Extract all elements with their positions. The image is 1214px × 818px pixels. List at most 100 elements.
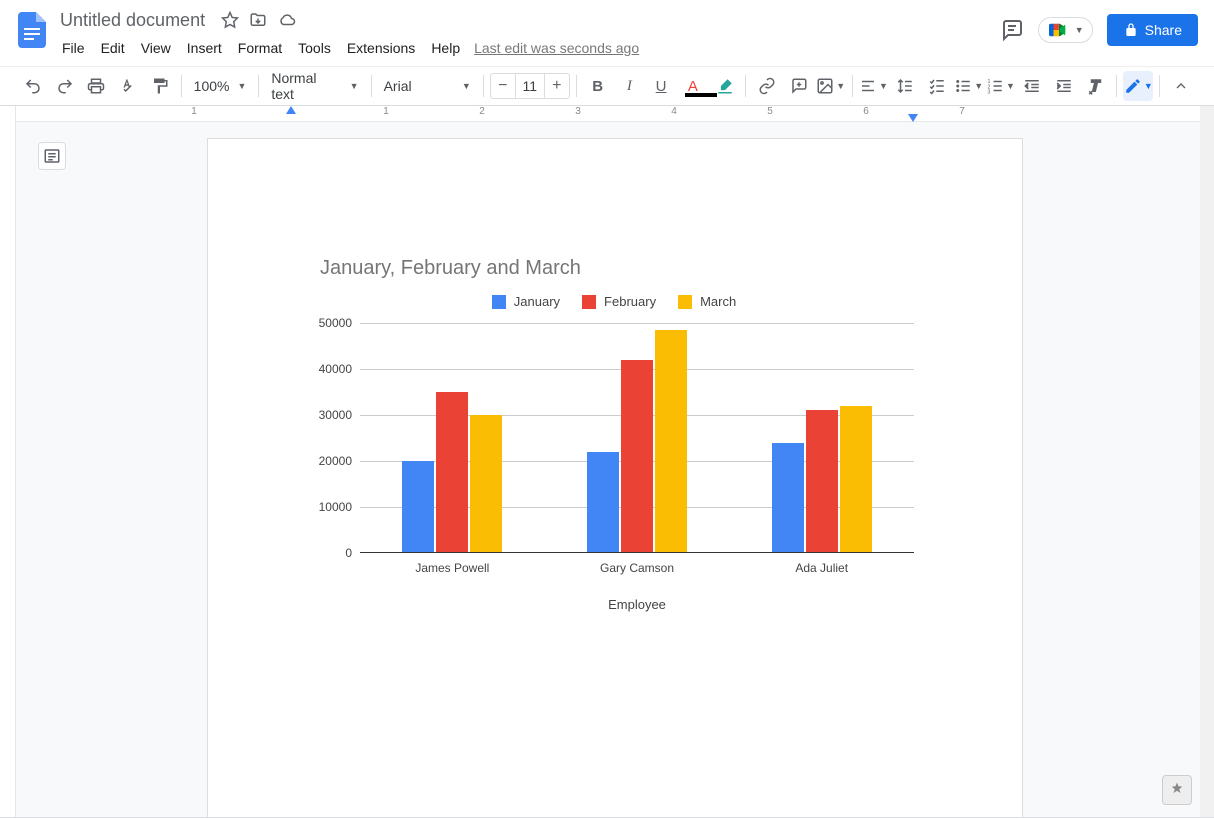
insert-image-button[interactable]: ▼ [816,71,846,101]
chart-plot-area: 01000020000300004000050000 [360,323,914,553]
legend-item: January [492,294,560,309]
lock-icon [1123,22,1139,38]
bar [436,392,468,553]
menu-file[interactable]: File [54,36,93,60]
ruler-tick: 3 [575,106,581,122]
collapse-toolbar-button[interactable] [1166,71,1196,101]
meet-button[interactable]: ▼ [1038,17,1093,43]
caret-down-icon: ▼ [1144,81,1153,91]
legend-label: January [514,294,560,309]
y-tick-label: 40000 [319,362,352,376]
menu-tools[interactable]: Tools [290,36,339,60]
menu-edit[interactable]: Edit [93,36,133,60]
star-icon[interactable] [221,11,239,29]
share-button[interactable]: Share [1107,14,1198,46]
caret-down-icon: ▼ [974,81,983,91]
indent-decrease-button[interactable] [1017,71,1047,101]
bold-button[interactable]: B [583,71,613,101]
ruler-tick: 5 [767,106,773,122]
menu-format[interactable]: Format [230,36,290,60]
caret-down-icon: ▼ [836,81,845,91]
legend-swatch [492,295,506,309]
move-icon[interactable] [249,11,267,29]
caret-down-icon: ▼ [237,81,246,91]
italic-button[interactable]: I [615,71,645,101]
ruler-tick: 7 [959,106,965,122]
menu-bar: File Edit View Insert Format Tools Exten… [54,34,639,62]
cloud-status-icon[interactable] [277,11,297,29]
bar [840,406,872,553]
bar [655,330,687,553]
x-tick-label: Gary Camson [545,553,730,575]
legend-swatch [582,295,596,309]
app-header: Untitled document File Edit View Insert … [0,0,1214,62]
style-select[interactable]: Normal text▼ [265,70,364,102]
bar-group [545,323,730,553]
legend-swatch [678,295,692,309]
y-tick-label: 0 [345,546,352,560]
font-size-decrease[interactable]: − [491,74,515,98]
bar [470,415,502,553]
vertical-ruler[interactable] [0,106,16,817]
redo-button[interactable] [50,71,80,101]
page-container[interactable]: January, February and March JanuaryFebru… [16,122,1214,817]
right-indent-marker[interactable] [908,114,918,122]
explore-button[interactable] [1162,775,1192,805]
comments-icon[interactable] [1000,18,1024,42]
bar [621,360,653,553]
document-title[interactable]: Untitled document [54,8,211,33]
horizontal-ruler[interactable]: 1 1 2 3 4 5 6 7 [16,106,1214,122]
docs-logo[interactable] [12,6,52,54]
y-tick-label: 10000 [319,500,352,514]
y-tick-label: 20000 [319,454,352,468]
align-button[interactable]: ▼ [859,71,889,101]
title-area: Untitled document File Edit View Insert … [52,6,639,62]
bulleted-list-button[interactable]: ▼ [954,71,984,101]
text-color-button[interactable]: A [678,71,708,101]
font-size-input[interactable] [515,74,545,98]
menu-help[interactable]: Help [423,36,468,60]
legend-item: February [582,294,656,309]
font-select[interactable]: Arial▼ [378,78,477,94]
menu-extensions[interactable]: Extensions [339,36,423,60]
zoom-select[interactable]: 100%▼ [188,78,253,94]
numbered-list-button[interactable]: 123▼ [986,71,1016,101]
last-edit-link[interactable]: Last edit was seconds ago [474,40,639,56]
insert-link-button[interactable] [752,71,782,101]
vertical-scrollbar[interactable] [1200,106,1214,817]
y-tick-label: 50000 [319,316,352,330]
insert-comment-button[interactable] [784,71,814,101]
clear-format-button[interactable] [1081,71,1111,101]
line-spacing-button[interactable] [890,71,920,101]
caret-down-icon: ▼ [1075,25,1084,35]
embedded-chart[interactable]: January, February and March JanuaryFebru… [314,257,914,612]
editing-mode-button[interactable]: ▼ [1123,71,1153,101]
undo-button[interactable] [18,71,48,101]
legend-label: February [604,294,656,309]
x-tick-label: James Powell [360,553,545,575]
menu-view[interactable]: View [133,36,179,60]
left-indent-marker[interactable] [286,106,296,114]
document-outline-button[interactable] [38,142,66,170]
font-size-control: − + [490,73,570,99]
underline-button[interactable]: U [646,71,676,101]
print-button[interactable] [81,71,111,101]
font-size-increase[interactable]: + [545,74,569,98]
caret-down-icon: ▼ [462,81,471,91]
legend-item: March [678,294,736,309]
bar [402,461,434,553]
menu-insert[interactable]: Insert [179,36,230,60]
caret-down-icon: ▼ [350,81,359,91]
bar [806,410,838,553]
document-page[interactable]: January, February and March JanuaryFebru… [207,138,1023,817]
format-paint-button[interactable] [145,71,175,101]
indent-increase-button[interactable] [1049,71,1079,101]
svg-text:3: 3 [987,90,990,96]
ruler-tick: 6 [863,106,869,122]
caret-down-icon: ▼ [1006,81,1015,91]
ruler-tick: 1 [383,106,389,122]
checklist-button[interactable] [922,71,952,101]
spellcheck-button[interactable] [113,71,143,101]
y-tick-label: 30000 [319,408,352,422]
legend-label: March [700,294,736,309]
